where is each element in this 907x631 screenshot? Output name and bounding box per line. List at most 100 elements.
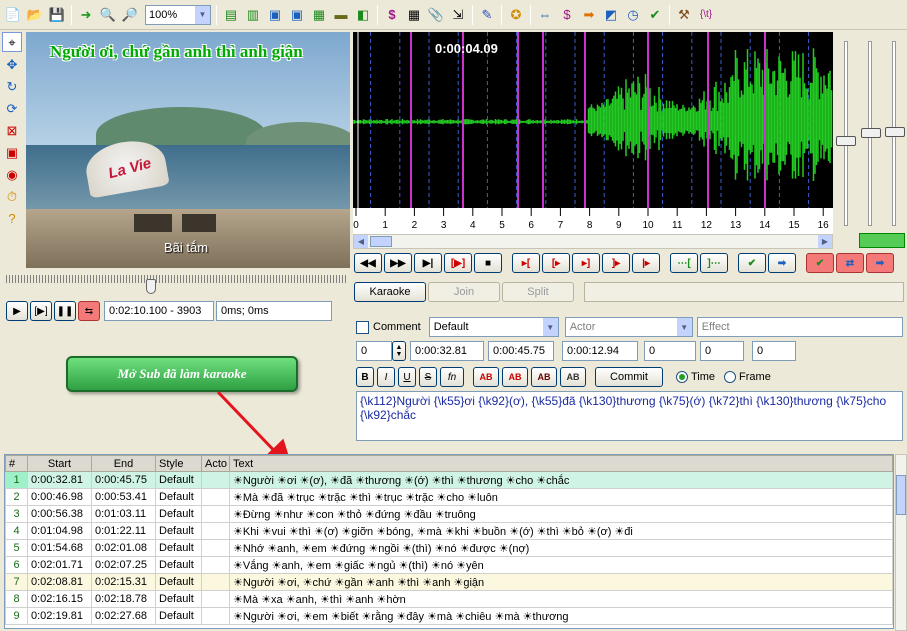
grid-scrollbar[interactable] [895, 454, 907, 631]
table-row[interactable]: 5 0:01:54.68 0:02:01.08 Default ☀Nhớ ☀anh, ☀… [5, 539, 893, 557]
zoom-in-icon[interactable]: 🔍 [98, 5, 118, 25]
frame-radio[interactable] [724, 371, 737, 383]
margin-right-field[interactable]: 0 [700, 341, 744, 361]
play-first-500-button[interactable]: [▸ [542, 253, 570, 273]
table-row[interactable]: 2 0:00:46.98 0:00:53.41 Default ☀Mà ☀đã ☀trụ… [5, 488, 893, 506]
tag-icon[interactable]: {\t} [696, 5, 716, 25]
table-row[interactable]: 6 0:02:01.71 0:02:07.25 Default ☀Vắng ☀anh, … [5, 556, 893, 574]
drag-tool-icon[interactable]: ✥ [2, 54, 22, 74]
subtitle-grid[interactable]: # Start End Style Acto Text 1 0:00:32.81 0… [4, 454, 894, 629]
italic-button[interactable]: I [377, 367, 395, 387]
play-before-button[interactable]: ▸[ [512, 253, 540, 273]
margin-vertical-field[interactable]: 0 [752, 341, 796, 361]
play-line-button[interactable]: [▶] [30, 301, 52, 321]
effect-input[interactable]: Effect [696, 317, 903, 337]
export-icon[interactable]: ⇲ [448, 5, 468, 25]
volume-thumb[interactable] [861, 128, 881, 138]
rotate-z-icon[interactable]: ↻ [2, 76, 22, 96]
prev-line-button[interactable]: ◀◀ [354, 253, 382, 273]
subtitle-edit-box[interactable]: {\k112}Người {\k55}ơi {\k92}(ơ), {\k55}đ… [356, 391, 903, 441]
auto-commit-button[interactable]: ✔ [806, 253, 834, 273]
commit-button[interactable]: Commit [595, 367, 663, 387]
globe-icon[interactable]: ✪ [506, 5, 526, 25]
resample-icon[interactable]: ◩ [601, 5, 621, 25]
karaoke-syllable-bar[interactable] [584, 282, 904, 302]
calculator-icon[interactable]: ▦ [404, 5, 424, 25]
rotate-xy-icon[interactable]: ⟳ [2, 98, 22, 118]
column-header-start[interactable]: Start [27, 455, 92, 472]
table-row[interactable]: 7 0:02:08.81 0:02:15.31 Default ☀Người ☀ơi, … [5, 573, 893, 591]
play-arrow-icon[interactable]: ➜ [76, 5, 96, 25]
goto-button[interactable]: ➡ [768, 253, 796, 273]
column-header-number[interactable]: # [5, 455, 28, 472]
vector-clip-icon[interactable]: ◉ [2, 164, 22, 184]
layout-icon[interactable]: ▤ [221, 5, 241, 25]
scale-icon[interactable]: ⊠ [2, 120, 22, 140]
split-button[interactable]: Split [502, 282, 574, 302]
end-time-field[interactable]: 0:00:45.75 [488, 341, 554, 361]
check-icon[interactable]: ✔ [645, 5, 665, 25]
font-button[interactable]: fn [440, 367, 464, 387]
layout-icon[interactable]: ▥ [243, 5, 263, 25]
actor-input[interactable]: Actor ▼ [564, 317, 693, 337]
attach-icon[interactable]: 📎 [426, 5, 446, 25]
new-file-icon[interactable]: 📄 [3, 5, 23, 25]
grid-scroll-thumb[interactable] [896, 475, 906, 515]
slider-thumb[interactable] [146, 279, 156, 294]
lead-in-button[interactable]: ⋯[ [670, 253, 698, 273]
shadow-color-button[interactable]: AB [560, 367, 586, 387]
scroll-thumb[interactable] [370, 236, 392, 247]
video-seek-slider[interactable] [6, 273, 346, 294]
waveform-scrollbar[interactable]: ◀ ▶ [353, 234, 833, 249]
margin-left-field[interactable]: 0 [644, 341, 696, 361]
column-header-end[interactable]: End [91, 455, 156, 472]
scroll-left-icon[interactable]: ◀ [354, 235, 368, 248]
video-position-field[interactable]: 0:02:10.100 - 3903 [104, 301, 214, 321]
column-header-actor[interactable]: Acto [201, 455, 230, 472]
monitor-icon[interactable]: ▣ [287, 5, 307, 25]
open-folder-icon[interactable]: 📂 [25, 5, 45, 25]
start-time-field[interactable]: 0:00:32.81 [410, 341, 484, 361]
monitor-icon[interactable]: ▣ [265, 5, 285, 25]
stop-button[interactable]: ■ [474, 253, 502, 273]
audio-icon[interactable]: ▬ [331, 5, 351, 25]
save-icon[interactable]: 💾 [47, 5, 67, 25]
strikeout-button[interactable]: S [419, 367, 437, 387]
movie-icon[interactable]: ◧ [353, 5, 373, 25]
column-header-text[interactable]: Text [229, 455, 893, 472]
stopwatch-icon[interactable]: ⏱ [2, 186, 22, 206]
play-to-end-button[interactable]: |▸ [632, 253, 660, 273]
table-row[interactable]: 4 0:01:04.98 0:01:22.11 Default ☀Khi ☀vui ☀t… [5, 522, 893, 540]
secondary-color-button[interactable]: AB [502, 367, 528, 387]
play-last-500-button[interactable]: ▸] [572, 253, 600, 273]
next-commit-button[interactable]: ⇄ [836, 253, 864, 273]
clip-icon[interactable]: ▣ [2, 142, 22, 162]
duration-field[interactable]: 0:00:12.94 [562, 341, 638, 361]
audio-waveform[interactable]: 0 1 2 3 4 5 6 7 8 9 10 11 12 13 14 15 16 0:00:04.09 [353, 32, 833, 234]
bold-button[interactable]: B [356, 367, 374, 387]
pause-button[interactable]: ❚❚ [54, 301, 76, 321]
layer-spinner[interactable]: ▲ ▼ [392, 341, 406, 361]
play-after-button[interactable]: ]▸ [602, 253, 630, 273]
zoom-out-icon[interactable]: 🔎 [120, 5, 140, 25]
next-line-button[interactable]: ▶▶ [384, 253, 412, 273]
scroll-right-icon[interactable]: ▶ [818, 235, 832, 248]
zoom-select[interactable]: 100% ▼ [145, 4, 211, 25]
play-button[interactable]: ▶ [6, 301, 28, 321]
arrow-icon[interactable]: ➡ [579, 5, 599, 25]
timing-icon[interactable]: ⇔ [535, 5, 555, 25]
auto-scroll-audio-button[interactable]: ➡ [866, 253, 894, 273]
table-row[interactable]: 8 0:02:16.15 0:02:18.78 Default ☀Mà ☀xa ☀anh… [5, 590, 893, 608]
style-select[interactable]: Default ▼ [428, 317, 559, 337]
join-button[interactable]: Join [428, 282, 500, 302]
styles-icon[interactable]: $ [382, 5, 402, 25]
video-display[interactable]: La Vie Người ơi, chứ gần anh thì anh giậ… [26, 32, 350, 268]
table-row[interactable]: 1 0:00:32.81 0:00:45.75 Default ☀Người ☀ơi ☀… [5, 471, 893, 489]
effect-icon[interactable]: $ [557, 5, 577, 25]
standard-tool-icon[interactable]: ⌖ [2, 32, 22, 52]
commit-audio-button[interactable]: ✔ [738, 253, 766, 273]
subtitles-icon[interactable]: ▦ [309, 5, 329, 25]
translate-icon[interactable]: ✎ [477, 5, 497, 25]
clock-icon[interactable]: ◷ [623, 5, 643, 25]
hammer-icon[interactable]: ⚒ [674, 5, 694, 25]
